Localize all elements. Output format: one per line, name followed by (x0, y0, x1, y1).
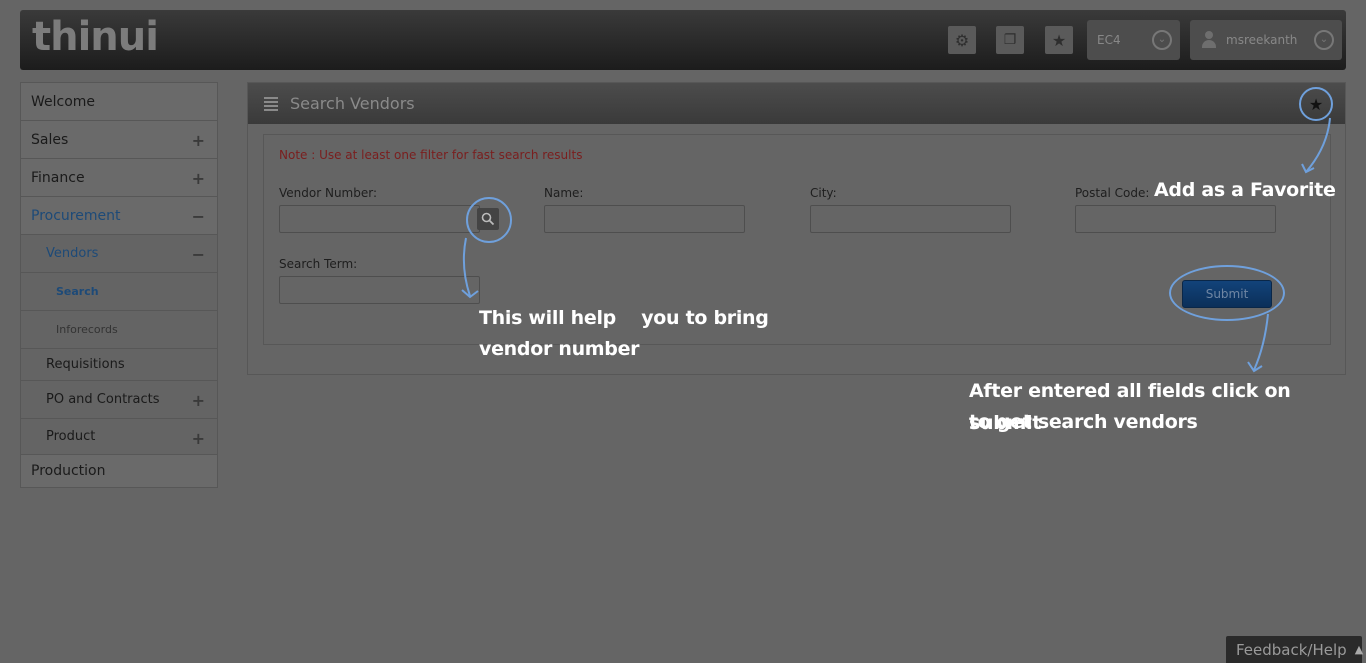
favorite-annotation: Add as a Favorite (1154, 179, 1336, 201)
feedback-label: Feedback/Help (1236, 640, 1347, 659)
vendor-help-annotation-line1: This will help you to bring (479, 307, 769, 329)
submit-help-annotation-line2: to get search vendors (969, 411, 1198, 433)
feedback-help-button[interactable]: Feedback/Help ▲ (1226, 636, 1364, 663)
chevron-up-icon: ▲ (1354, 643, 1364, 656)
vendor-help-annotation-line2: vendor number (479, 338, 640, 360)
